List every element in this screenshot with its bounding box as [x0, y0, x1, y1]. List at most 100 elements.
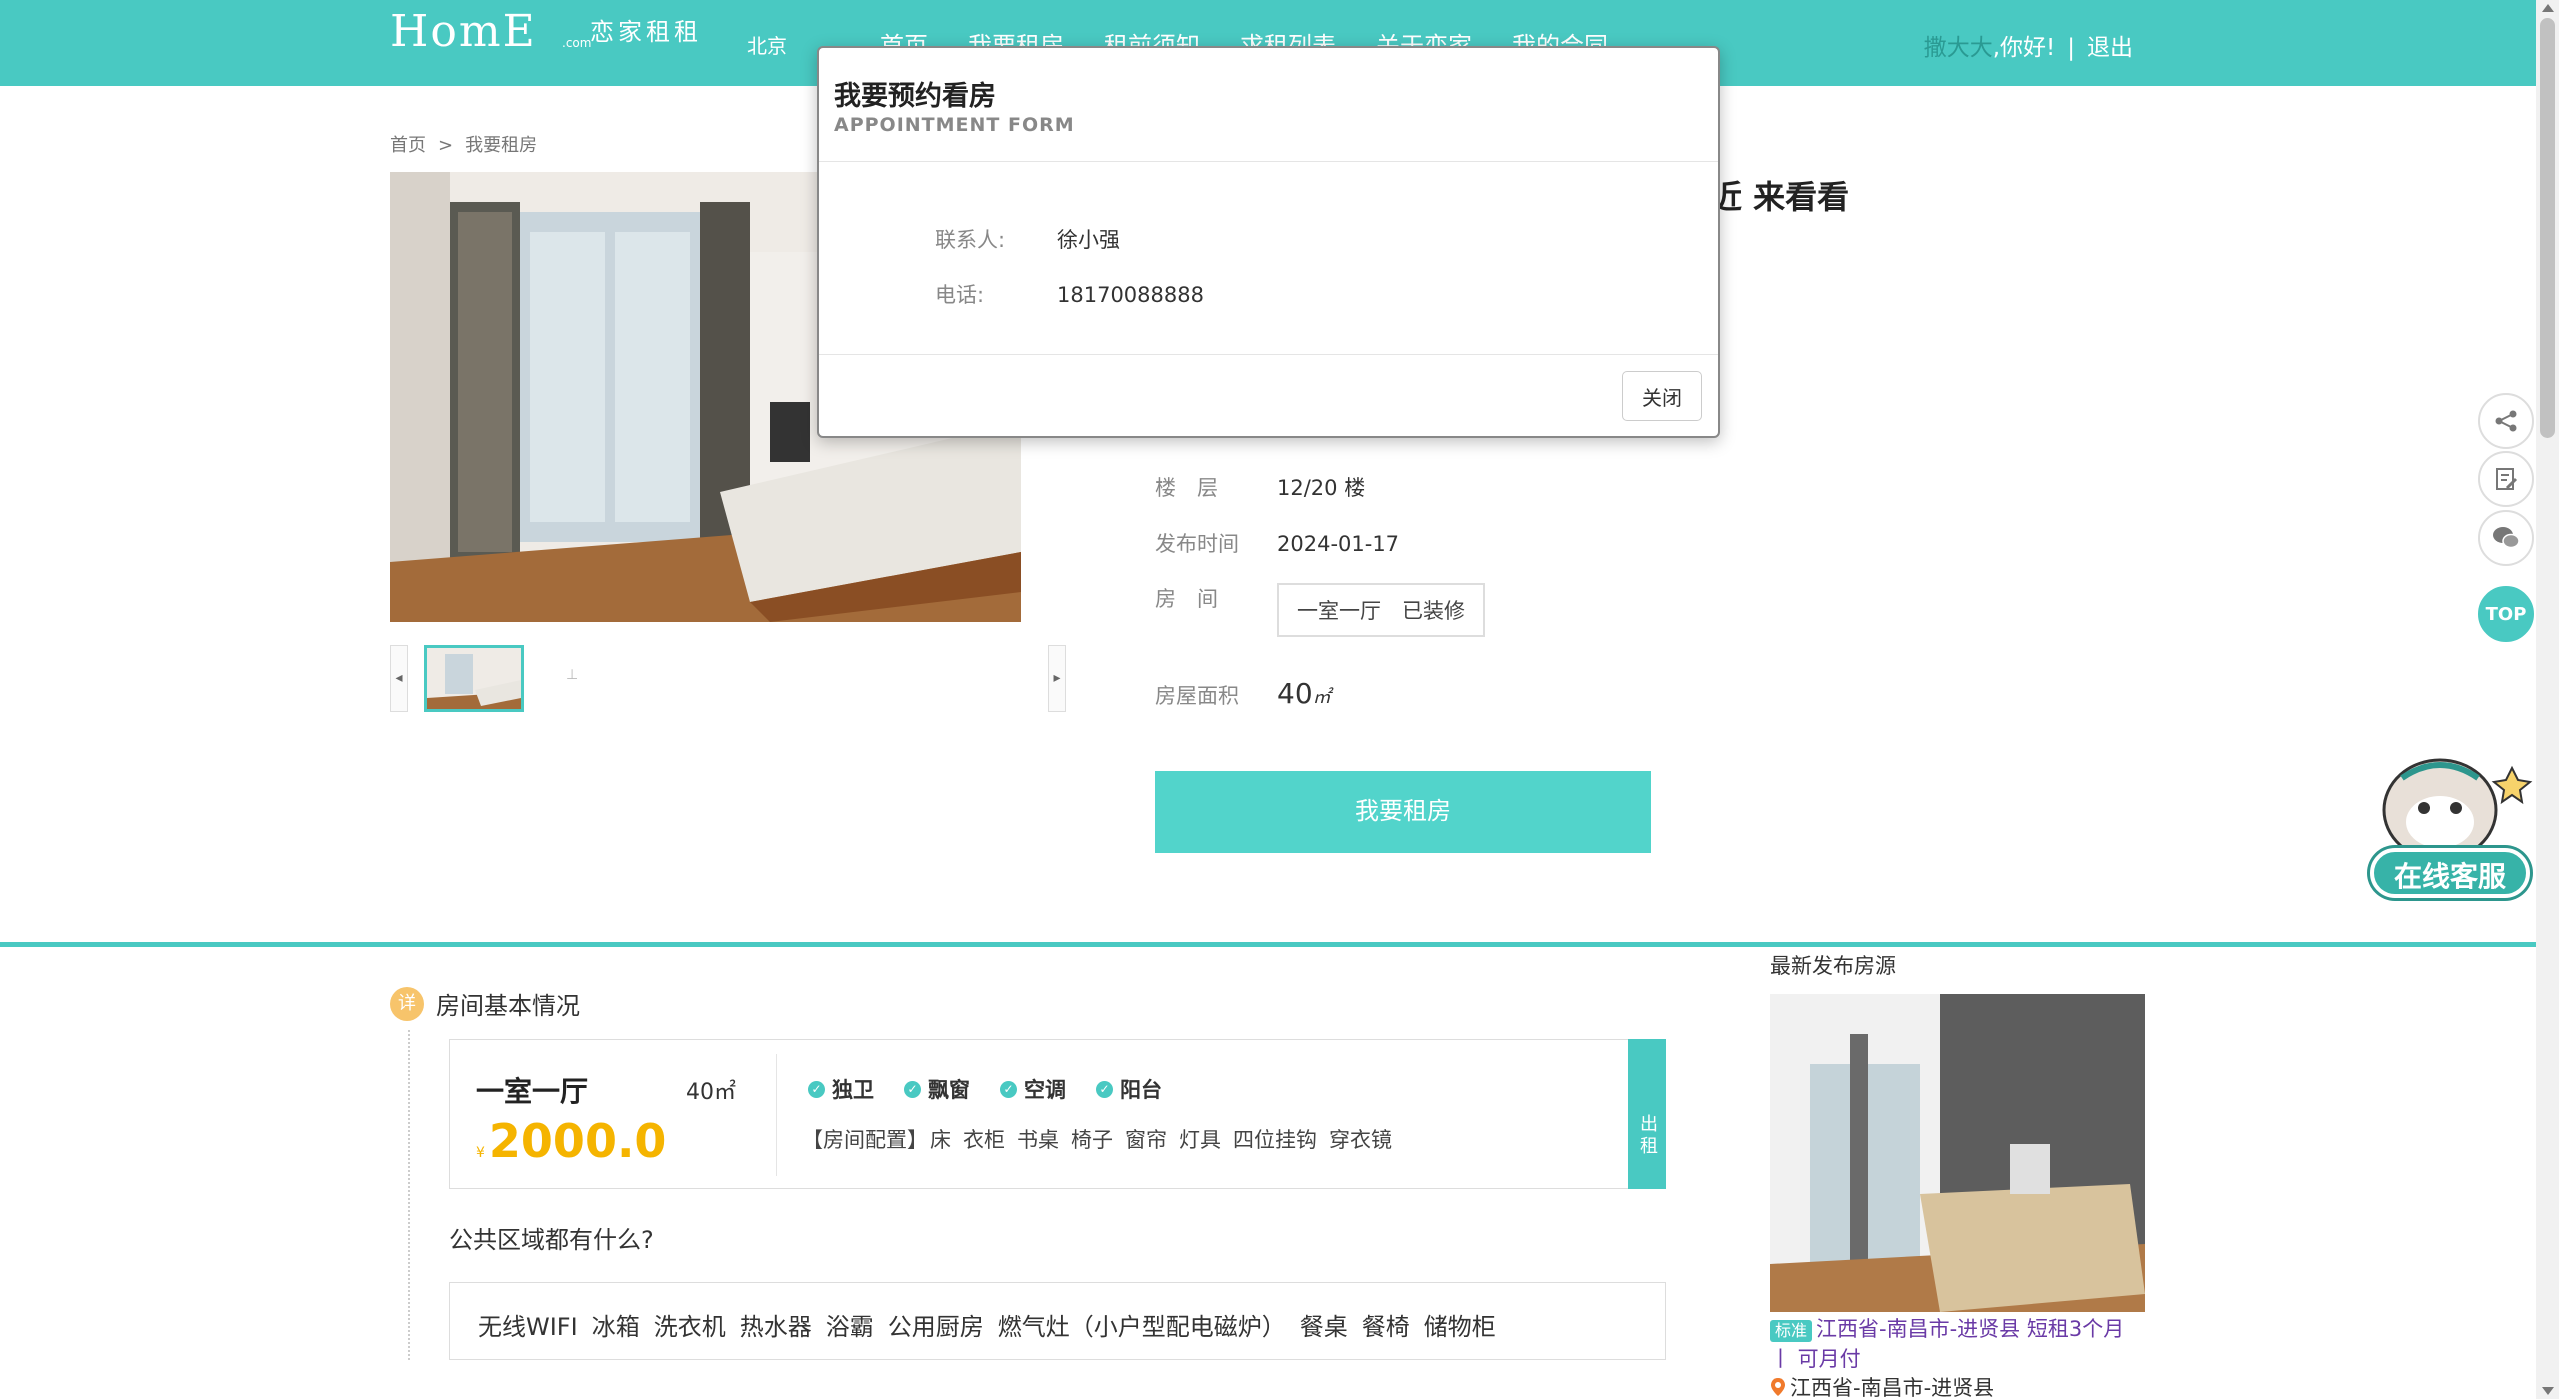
- appointment-modal: 我要预约看房 APPOINTMENT FORM 联系人: 徐小强 电话: 18170…: [817, 46, 1720, 438]
- thumbnail-1[interactable]: [424, 645, 524, 712]
- thumbnail-image: [427, 648, 521, 709]
- page-scrollbar[interactable]: [2536, 0, 2559, 1399]
- publish-value: 2024-01-17: [1277, 532, 1400, 556]
- floor-label: 楼 层: [1155, 476, 1218, 500]
- location-pin-icon: [1771, 1378, 1785, 1396]
- breadcrumb: 首页 > 我要租房: [390, 131, 537, 157]
- wechat-icon: [2493, 527, 2520, 549]
- info-publish-date: 发布时间 2024-01-17: [1155, 528, 1399, 558]
- feature-item: ✓ 空调: [1000, 1074, 1066, 1104]
- section-divider: [0, 942, 2536, 947]
- room-label: 房 间: [1155, 587, 1218, 611]
- public-item: 燃气灶（小户型配电磁炉）: [997, 1313, 1286, 1341]
- public-item: 无线WIFI: [478, 1313, 578, 1341]
- wechat-button[interactable]: [2478, 510, 2534, 566]
- public-item: 热水器: [739, 1313, 812, 1341]
- check-icon: ✓: [1096, 1080, 1113, 1098]
- room-config: 【房间配置】床 衣柜 书桌 椅子 窗帘 灯具 四位挂钩 穿衣镜: [802, 1124, 1404, 1154]
- room-type-box: 一室一厅 已装修: [1277, 583, 1485, 637]
- price-value: 2000.0: [488, 1114, 667, 1168]
- feature-item: ✓ 飘窗: [904, 1074, 970, 1104]
- logout-link[interactable]: 退出: [2087, 35, 2133, 61]
- breadcrumb-arrow: >: [438, 135, 454, 156]
- public-area-list: 无线WIFI 冰箱 洗衣机 热水器 浴霸 公用厨房 燃气灶（小户型配电磁炉） 餐桌 餐椅 储物柜: [449, 1282, 1666, 1360]
- contact-value: 徐小强: [1057, 228, 1120, 252]
- room-card: 一室一厅 40㎡ ¥2000.0 ✓ 独卫 ✓ 飘窗 ✓ 空调 ✓ 阳台 【房间配置】床…: [449, 1039, 1666, 1189]
- city-selector[interactable]: 北京: [747, 30, 787, 59]
- online-service-widget[interactable]: 在线客服: [2362, 748, 2538, 908]
- public-item: 公用厨房: [887, 1313, 984, 1341]
- config-item: 椅子: [1071, 1128, 1113, 1152]
- user-greeting: ,你好!: [1992, 35, 2056, 61]
- newest-location-text: 江西省-南昌市-进贤县: [1790, 1376, 1995, 1399]
- scroll-thumb[interactable]: [2540, 18, 2555, 438]
- config-item: 床: [930, 1128, 951, 1152]
- feature-label: 独卫: [832, 1078, 874, 1102]
- rent-button[interactable]: 我要租房: [1155, 771, 1651, 853]
- feedback-button[interactable]: [2478, 451, 2534, 507]
- newest-line2: 丨 可月付: [1770, 1347, 1861, 1371]
- config-item: 四位挂钩: [1233, 1128, 1317, 1152]
- room-features: ✓ 独卫 ✓ 飘窗 ✓ 空调 ✓ 阳台: [808, 1074, 1192, 1104]
- user-separator: |: [2067, 35, 2075, 61]
- user-area: 撒大大,你好! | 退出: [1924, 28, 2133, 62]
- config-item: 书桌: [1017, 1128, 1059, 1152]
- thumb-prev-button[interactable]: ◂: [390, 645, 408, 712]
- newest-listing-title[interactable]: 标准 江西省-南昌市-进贤县 短租3个月丨 可月付: [1770, 1314, 2150, 1374]
- back-to-top-button[interactable]: TOP: [2478, 586, 2534, 642]
- modal-subtitle: APPOINTMENT FORM: [834, 114, 1075, 136]
- user-name[interactable]: 撒大大: [1924, 35, 1993, 61]
- config-item: 窗帘: [1125, 1128, 1167, 1152]
- phone-value: 18170088888: [1057, 283, 1204, 307]
- public-item: 餐椅: [1361, 1313, 1410, 1341]
- publish-label: 发布时间: [1155, 532, 1239, 556]
- area-unit: ㎡: [1312, 687, 1331, 708]
- breadcrumb-home[interactable]: 首页: [390, 135, 426, 156]
- room-basic-title: 房间基本情况: [436, 992, 580, 1020]
- top-label: TOP: [2485, 603, 2527, 625]
- room-card-separator: [776, 1054, 777, 1176]
- config-item: 穿衣镜: [1329, 1128, 1392, 1152]
- public-item: 浴霸: [825, 1313, 874, 1341]
- thumb-next-button[interactable]: ▸: [1048, 645, 1066, 712]
- section-dotted-line: [408, 1030, 410, 1360]
- modal-close-button[interactable]: 关闭: [1622, 371, 1702, 421]
- phone-label: 电话:: [935, 283, 985, 307]
- config-label: 【房间配置】: [802, 1128, 928, 1152]
- check-icon: ✓: [1000, 1080, 1017, 1098]
- thumbnail-2-placeholder[interactable]: ⊥: [566, 667, 578, 683]
- detail-icon: 详: [390, 986, 424, 1021]
- feature-item: ✓ 阳台: [1096, 1074, 1162, 1104]
- currency-symbol: ¥: [476, 1145, 485, 1161]
- site-logo[interactable]: HomE .com 恋家租租: [390, 6, 720, 57]
- room-card-area: 40㎡: [686, 1080, 736, 1105]
- room-card-type: 一室一厅: [476, 1075, 589, 1108]
- logo-com: .com: [562, 36, 592, 50]
- room-basic-heading: 详 房间基本情况: [390, 986, 580, 1021]
- scroll-down-icon[interactable]: [2542, 1387, 2554, 1395]
- modal-phone-row: 电话: 18170088888: [935, 279, 1204, 309]
- standard-badge: 标准: [1770, 1320, 1813, 1342]
- area-value: 40: [1277, 677, 1313, 710]
- mascot-icon: [2382, 758, 2533, 862]
- rent-status-tab[interactable]: 出租: [1628, 1039, 1666, 1189]
- newest-line1: 江西省-南昌市-进贤县 短租3个月: [1816, 1317, 2125, 1341]
- modal-footer: 关闭: [819, 354, 1718, 438]
- public-item: 储物柜: [1423, 1313, 1496, 1341]
- info-floor: 楼 层 12/20 楼: [1155, 472, 1365, 502]
- info-area: 房屋面积 40㎡: [1155, 677, 1331, 710]
- room-card-price: ¥2000.0: [476, 1114, 666, 1168]
- contact-label: 联系人:: [935, 228, 1006, 252]
- info-room: 房 间 一室一厅 已装修: [1155, 583, 1485, 637]
- thumbnail-strip: ◂ ⊥ ▸: [390, 645, 1066, 712]
- scroll-up-icon[interactable]: [2542, 4, 2554, 12]
- newest-listings-title: 最新发布房源: [1770, 954, 1896, 978]
- newest-listing-location: 江西省-南昌市-进贤县: [1770, 1372, 1994, 1399]
- edit-note-icon: [2496, 468, 2518, 490]
- check-icon: ✓: [904, 1080, 921, 1098]
- listing-title: 近 来看看: [1710, 178, 1850, 216]
- public-item: 洗衣机: [653, 1313, 726, 1341]
- feature-label: 阳台: [1120, 1078, 1162, 1102]
- newest-listing-photo[interactable]: [1770, 994, 2145, 1312]
- share-button[interactable]: [2478, 393, 2534, 449]
